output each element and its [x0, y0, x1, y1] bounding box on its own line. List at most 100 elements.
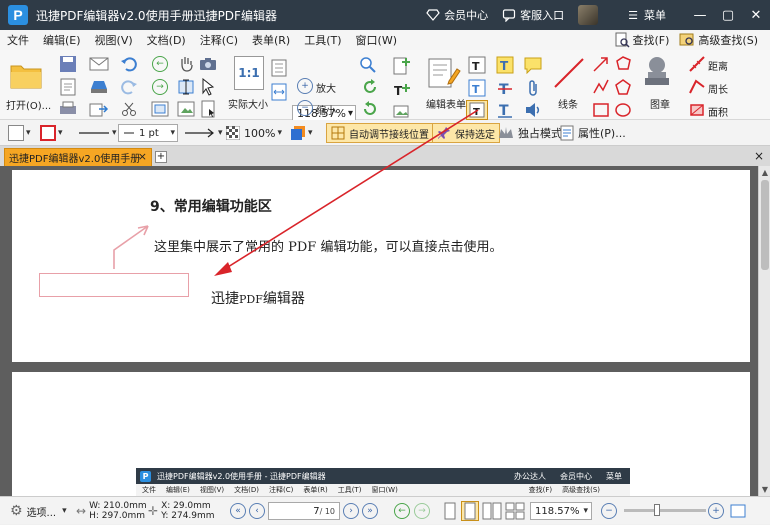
- email-button[interactable]: [88, 54, 110, 74]
- properties-button[interactable]: 属性(P)...: [560, 124, 626, 142]
- previous-view-button[interactable]: ←: [150, 54, 170, 74]
- menu-comment[interactable]: 注释(C): [193, 32, 245, 48]
- add-image-button[interactable]: [390, 102, 416, 120]
- minimize-button[interactable]: —: [686, 0, 714, 30]
- print-button[interactable]: [58, 99, 78, 119]
- add-tab-button[interactable]: +: [155, 151, 167, 163]
- hand-tool-button[interactable]: [176, 54, 196, 74]
- zoom-slider-knob[interactable]: [654, 504, 660, 516]
- fit-width-button[interactable]: [268, 82, 290, 102]
- options-button[interactable]: ⚙ 选项... ▾: [10, 497, 67, 525]
- document-workspace[interactable]: 9、常用编辑功能区 这里集中展示了常用的 PDF 编辑功能，可以直接点击使用。 …: [0, 166, 770, 502]
- back-view-icon[interactable]: ←: [394, 503, 410, 519]
- line-tool[interactable]: [550, 56, 588, 90]
- distance-tool[interactable]: [686, 54, 708, 74]
- vertical-scrollbar[interactable]: ▲ ▼: [758, 166, 770, 496]
- open-button[interactable]: [8, 58, 44, 92]
- select-page-button[interactable]: [198, 99, 218, 119]
- rectangle-annotation[interactable]: [39, 273, 189, 297]
- page-number-input[interactable]: 7/ 10: [268, 502, 340, 520]
- stamp-tool[interactable]: [640, 54, 674, 90]
- save-as-button[interactable]: [58, 77, 78, 97]
- camera-button[interactable]: [198, 54, 218, 74]
- typewriter-tool[interactable]: T: [494, 55, 516, 75]
- select-object-button[interactable]: [198, 77, 218, 97]
- opacity-select[interactable]: 100% ▾: [226, 124, 282, 142]
- fullscreen-button[interactable]: [730, 497, 746, 525]
- add-text-button[interactable]: T: [390, 80, 416, 102]
- underline-text-tool[interactable]: T: [494, 100, 516, 120]
- fill-color-picker[interactable]: ▾: [8, 124, 31, 142]
- save-button[interactable]: [58, 54, 78, 74]
- undo-button[interactable]: [118, 54, 140, 74]
- document-tab[interactable]: 迅捷PDF编辑器v2.0使用手册 ×: [4, 148, 152, 166]
- edit-form-button[interactable]: [426, 56, 462, 90]
- next-page-icon[interactable]: ›: [343, 503, 359, 519]
- scroll-down-icon[interactable]: ▼: [759, 485, 770, 494]
- menu-form[interactable]: 表单(R): [245, 32, 297, 48]
- text-field-tool[interactable]: T: [466, 55, 488, 75]
- color-order-button[interactable]: ▾: [290, 124, 313, 142]
- maximize-button[interactable]: ▢: [714, 0, 742, 30]
- facing-pages-icon[interactable]: [482, 502, 502, 520]
- snapshot-button[interactable]: [150, 99, 170, 119]
- actual-size-button[interactable]: 1:1: [234, 56, 264, 90]
- previous-page-icon[interactable]: ‹: [249, 503, 265, 519]
- redo-button[interactable]: [118, 77, 140, 97]
- keep-selected-toggle[interactable]: 保持选定: [432, 123, 500, 143]
- avatar[interactable]: [578, 5, 599, 25]
- note-tool[interactable]: [522, 55, 544, 75]
- first-page-icon[interactable]: «: [230, 503, 246, 519]
- perimeter-tool[interactable]: [686, 77, 708, 97]
- select-image-button[interactable]: [176, 99, 196, 119]
- scan-button[interactable]: [88, 77, 110, 97]
- menu-file[interactable]: 文件: [0, 32, 36, 48]
- scroll-up-icon[interactable]: ▲: [759, 168, 770, 177]
- status-zoom-out-button[interactable]: −: [601, 497, 617, 525]
- status-zoom-select[interactable]: 118.57% ▾: [530, 497, 592, 525]
- forward-view-icon[interactable]: →: [414, 503, 430, 519]
- line-color-picker[interactable]: ▾: [40, 124, 63, 142]
- menu-document[interactable]: 文档(D): [140, 32, 193, 48]
- attach-file-tool[interactable]: [522, 78, 544, 98]
- close-all-tabs-icon[interactable]: ×: [754, 149, 764, 163]
- area-tool[interactable]: [686, 100, 708, 120]
- menu-edit[interactable]: 编辑(E): [36, 32, 88, 48]
- text-box-tool[interactable]: T: [466, 78, 488, 98]
- member-center-link[interactable]: 会员中心: [426, 7, 488, 23]
- polyline-tool[interactable]: [590, 77, 612, 97]
- arrow-tool[interactable]: [590, 54, 612, 74]
- auto-adjust-toggle[interactable]: 自动调节接线位置: [326, 123, 434, 143]
- next-view-button[interactable]: →: [150, 77, 170, 97]
- select-text-button[interactable]: [176, 77, 196, 97]
- add-page-button[interactable]: [390, 55, 416, 77]
- rotate-left-button[interactable]: [360, 99, 380, 119]
- menu-tools[interactable]: 工具(T): [297, 32, 348, 48]
- rotate-right-button[interactable]: [360, 77, 380, 97]
- menu-view[interactable]: 视图(V): [88, 32, 140, 48]
- line-width-select[interactable]: 1 pt ▾: [118, 124, 178, 142]
- export-button[interactable]: [88, 99, 110, 119]
- pdf-page[interactable]: 9、常用编辑功能区 这里集中展示了常用的 PDF 编辑功能，可以直接点击使用。 …: [12, 170, 750, 362]
- strikeout-text-tool[interactable]: T: [494, 78, 516, 98]
- find-button[interactable]: 查找(F): [614, 32, 669, 48]
- scrollbar-thumb[interactable]: [761, 180, 769, 270]
- rectangle-tool[interactable]: [590, 100, 612, 120]
- zoom-dropdown-button[interactable]: [358, 55, 378, 75]
- continuous-facing-icon[interactable]: [505, 502, 525, 520]
- callout-tool[interactable]: T: [466, 100, 488, 120]
- last-page-icon[interactable]: »: [362, 503, 378, 519]
- service-link[interactable]: 客服入口: [502, 7, 564, 23]
- advanced-find-button[interactable]: 高级查找(S): [679, 32, 758, 48]
- cut-button[interactable]: [118, 99, 140, 119]
- zoom-slider[interactable]: [624, 504, 706, 516]
- line-style-picker[interactable]: ▾: [78, 124, 117, 142]
- cloud-tool[interactable]: [612, 77, 634, 97]
- fit-page-button[interactable]: [268, 58, 290, 78]
- main-menu-button[interactable]: ☰ 菜单: [628, 7, 666, 23]
- ellipse-tool[interactable]: [612, 100, 634, 120]
- close-tab-icon[interactable]: ×: [138, 150, 147, 163]
- sound-tool[interactable]: [522, 100, 544, 120]
- polygon-tool[interactable]: [612, 54, 634, 74]
- continuous-page-icon[interactable]: [461, 501, 479, 521]
